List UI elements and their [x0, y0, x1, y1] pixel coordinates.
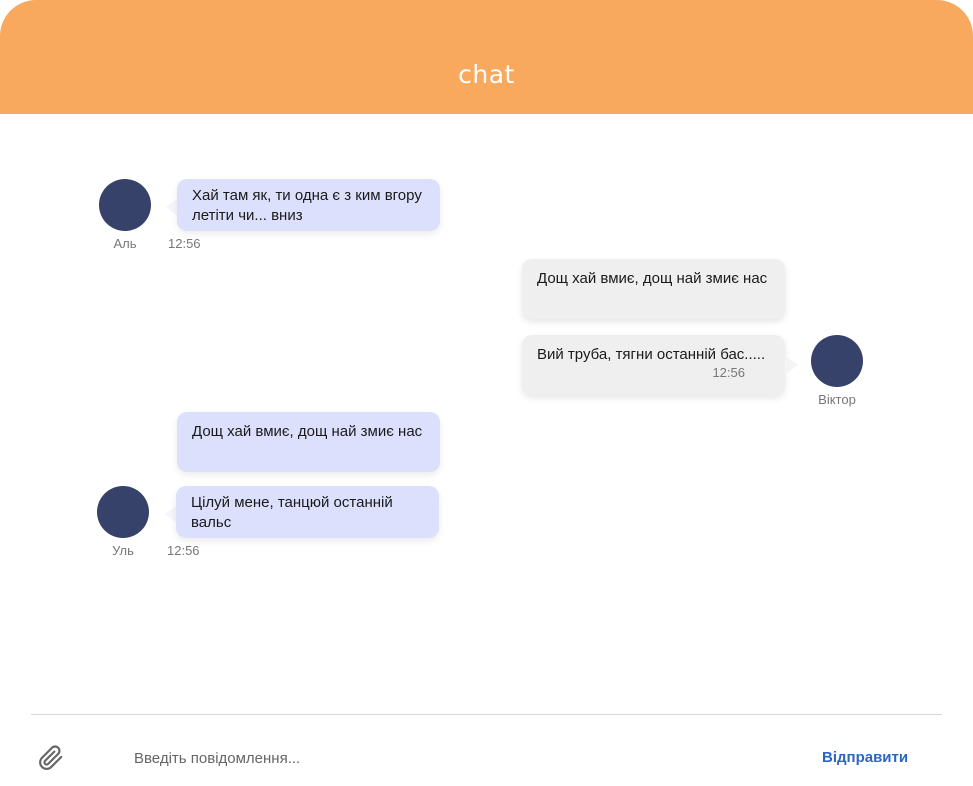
sender-name: Уль — [112, 543, 134, 558]
chat-title: chat — [458, 60, 515, 89]
message-bubble-incoming[interactable]: Цілуй мене, танцюй останній вальс — [176, 486, 439, 538]
bubble-tail — [165, 506, 176, 522]
avatar[interactable] — [99, 179, 151, 231]
message-text: Вий труба, тягни останній бас..... — [537, 346, 766, 363]
avatar[interactable] — [97, 486, 149, 538]
sender-name: Віктор — [818, 392, 856, 407]
bubble-tail — [166, 199, 177, 215]
send-button[interactable]: Відправити — [822, 744, 908, 770]
message-bubble-incoming[interactable]: Дощ хай вмиє, дощ най змиє нас — [177, 412, 440, 472]
message-input[interactable] — [134, 745, 734, 771]
chat-header: chat — [0, 0, 973, 114]
message-time: 12:56 — [167, 543, 200, 558]
sender-name: Аль — [113, 236, 137, 251]
message-bubble-outgoing[interactable]: Вий труба, тягни останній бас..... 12:56 — [522, 335, 785, 395]
paperclip-icon[interactable] — [38, 745, 64, 771]
bubble-tail — [787, 357, 798, 373]
composer-divider — [31, 714, 942, 715]
message-bubble-incoming[interactable]: Хай там як, ти одна є з ким вгору летіти… — [177, 179, 440, 231]
avatar[interactable] — [811, 335, 863, 387]
message-time: 12:56 — [712, 365, 745, 380]
message-bubble-outgoing[interactable]: Дощ хай вмиє, дощ най змиє нас — [522, 259, 785, 319]
message-time: 12:56 — [168, 236, 201, 251]
